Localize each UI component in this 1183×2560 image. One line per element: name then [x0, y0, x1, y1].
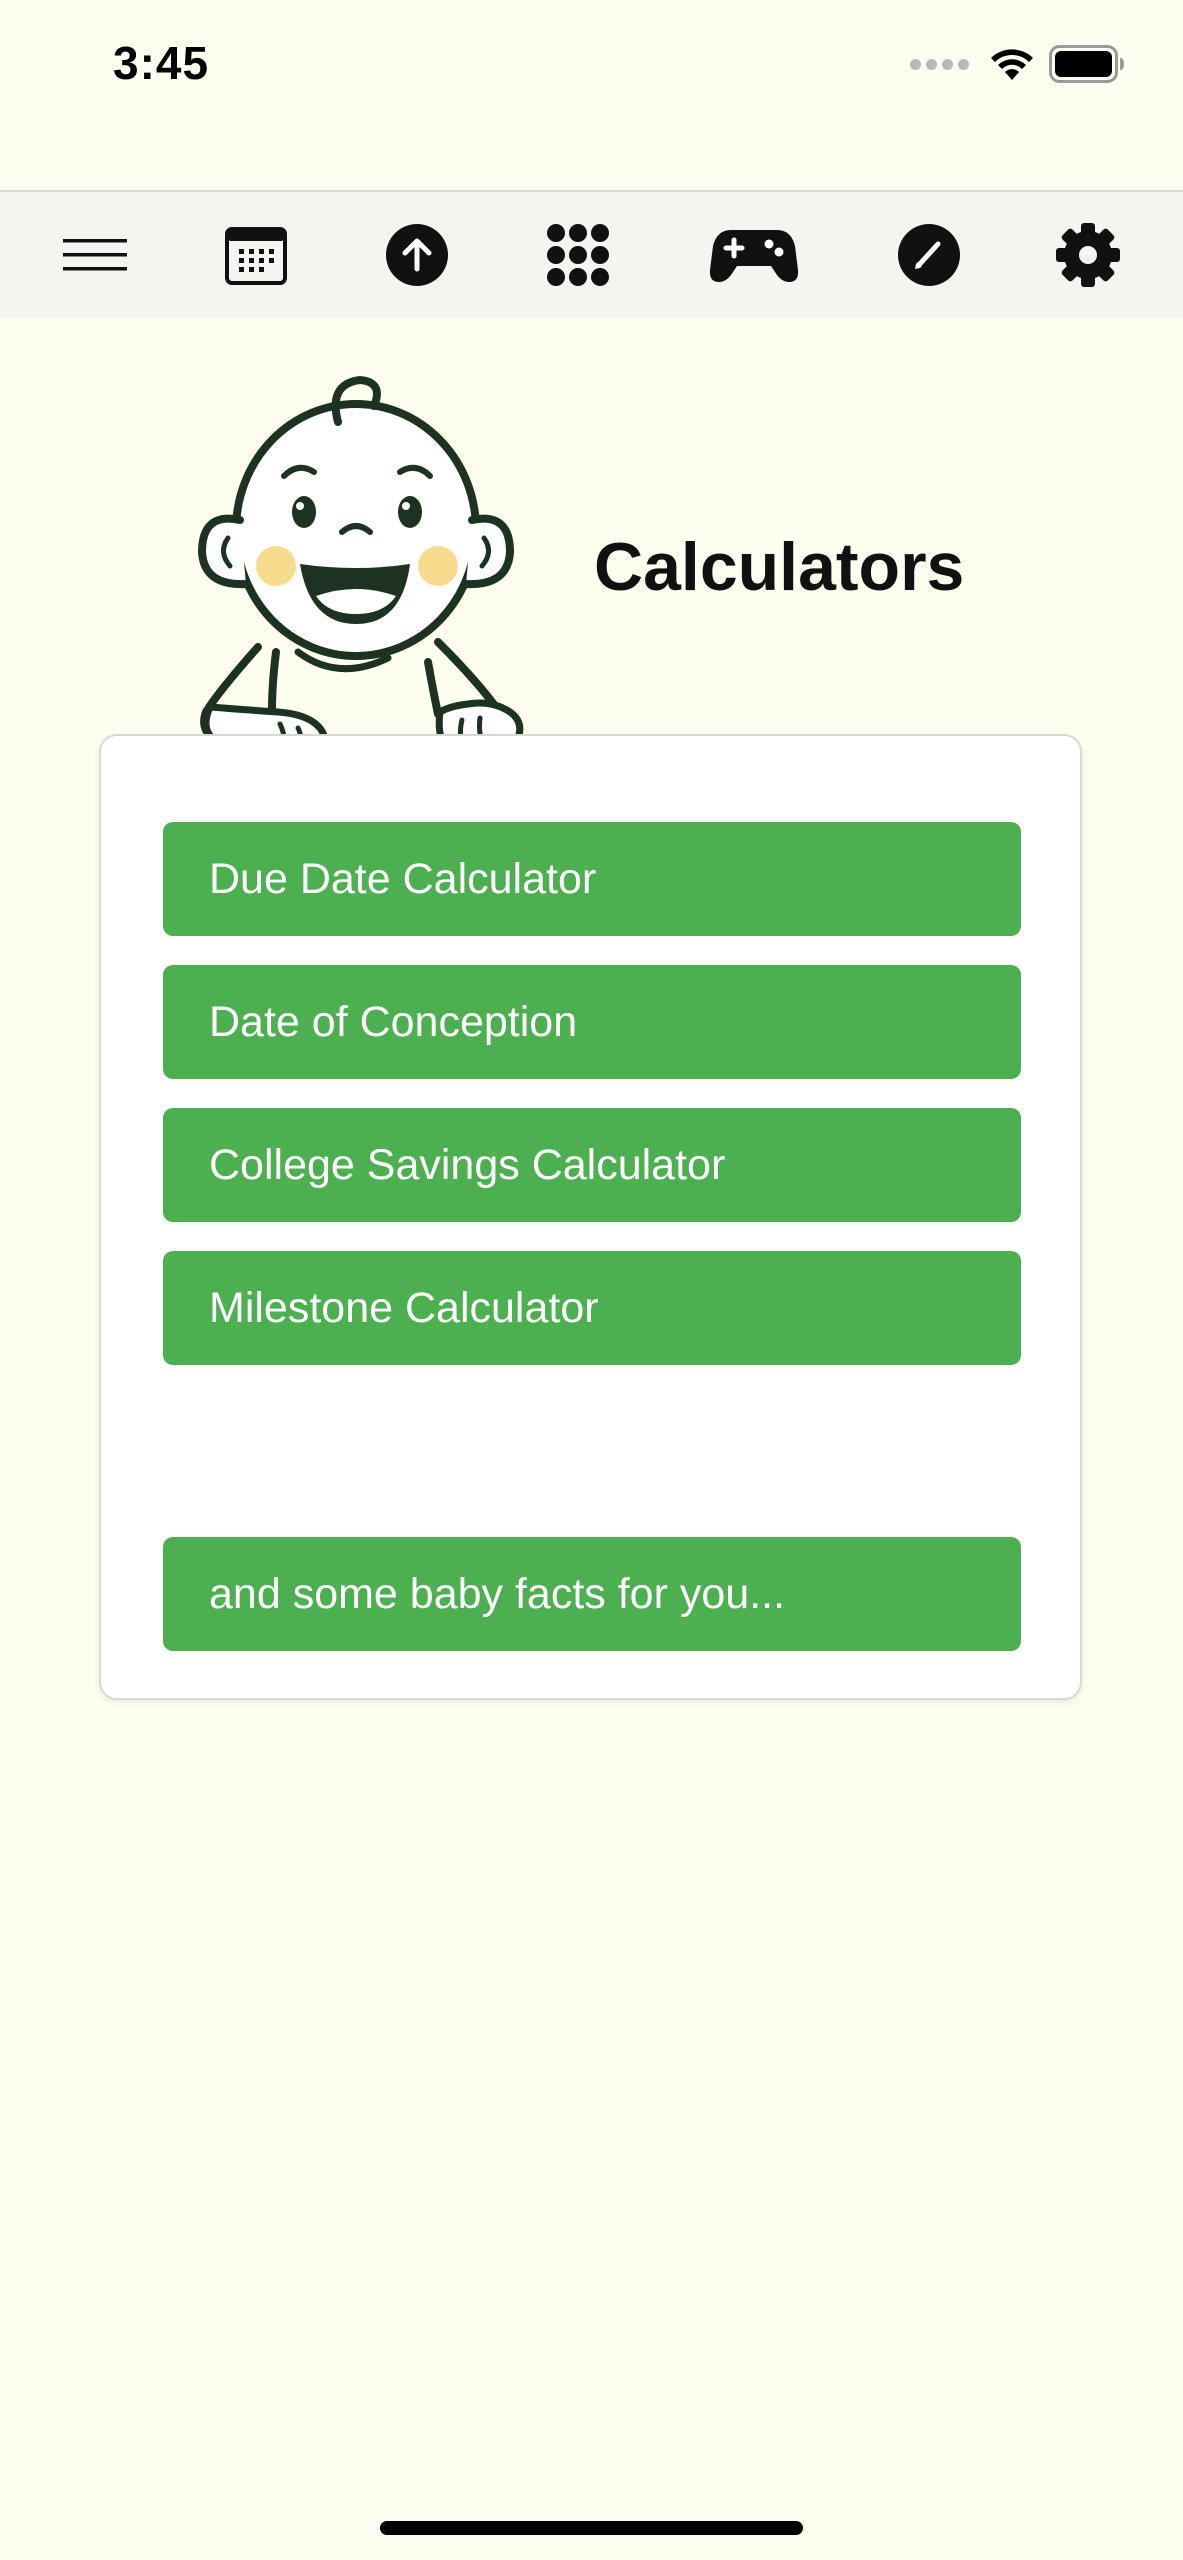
- gamepad-icon: [709, 230, 799, 282]
- page-title: Calculators: [594, 529, 965, 605]
- games-button[interactable]: [700, 192, 808, 318]
- battery-icon: [1049, 45, 1124, 83]
- baby-mascot-icon: [197, 375, 524, 770]
- settings-button[interactable]: [1045, 192, 1131, 318]
- college-savings-calculator-button[interactable]: College Savings Calculator: [163, 1108, 1021, 1222]
- gear-icon: [1056, 223, 1120, 287]
- milestone-calculator-button[interactable]: Milestone Calculator: [163, 1251, 1021, 1365]
- status-time: 3:45: [113, 37, 210, 89]
- page-header: Calculators: [0, 360, 1183, 780]
- wifi-icon: [991, 49, 1033, 80]
- home-indicator[interactable]: [380, 2521, 803, 2535]
- grid-icon: [547, 224, 609, 286]
- apps-grid-button[interactable]: [535, 192, 621, 318]
- top-toolbar: [0, 190, 1183, 318]
- cellular-signal-icon: [910, 58, 969, 70]
- calculators-card: Due Date Calculator Date of Conception C…: [99, 734, 1082, 1700]
- status-icons: [910, 42, 1125, 86]
- baby-facts-button[interactable]: and some baby facts for you...: [163, 1537, 1021, 1651]
- upload-button[interactable]: [374, 192, 460, 318]
- menu-icon: [63, 239, 127, 271]
- calendar-icon: [225, 227, 287, 285]
- date-of-conception-button[interactable]: Date of Conception: [163, 965, 1021, 1079]
- upload-icon: [386, 224, 448, 286]
- edit-icon: [898, 224, 960, 286]
- menu-button[interactable]: [52, 192, 138, 318]
- edit-button[interactable]: [886, 192, 972, 318]
- status-bar: 3:45: [0, 0, 1183, 130]
- due-date-calculator-button[interactable]: Due Date Calculator: [163, 822, 1021, 936]
- calendar-button[interactable]: [213, 192, 299, 318]
